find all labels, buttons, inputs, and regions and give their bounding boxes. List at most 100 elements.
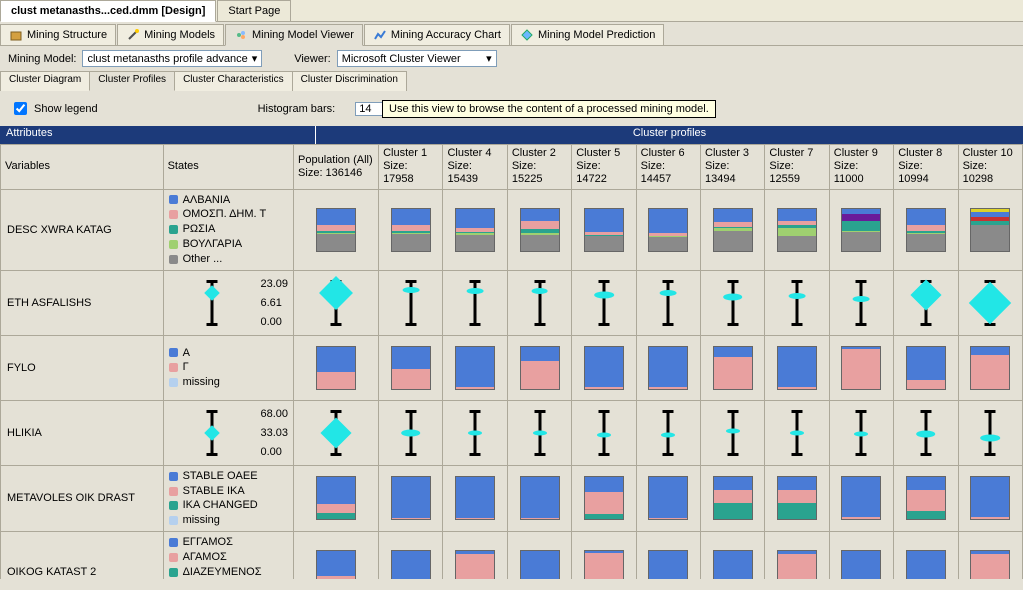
variable-name[interactable]: OIKOG KATAST 2: [1, 532, 164, 579]
profile-cell[interactable]: [765, 335, 829, 400]
mining-tab-mining-model-prediction[interactable]: Mining Model Prediction: [511, 24, 664, 45]
profile-cell[interactable]: [379, 400, 443, 465]
profile-cell[interactable]: [443, 335, 507, 400]
profile-cell[interactable]: [636, 335, 700, 400]
mining-tab-mining-accuracy-chart[interactable]: Mining Accuracy Chart: [364, 24, 510, 45]
col-cluster-3[interactable]: Cluster 3Size: 13494: [701, 145, 765, 190]
profile-cell[interactable]: [443, 270, 507, 335]
profile-cell[interactable]: [443, 189, 507, 270]
profile-cell[interactable]: [636, 270, 700, 335]
profile-cell[interactable]: [894, 465, 958, 531]
profile-cell[interactable]: [294, 189, 379, 270]
profile-cell[interactable]: [507, 400, 571, 465]
profile-cell[interactable]: [294, 335, 379, 400]
tab-start-page[interactable]: Start Page: [217, 0, 291, 21]
profile-cell[interactable]: [701, 335, 765, 400]
profile-cell[interactable]: [636, 532, 700, 579]
col-cluster-8[interactable]: Cluster 8Size: 10994: [894, 145, 958, 190]
profile-cell[interactable]: [379, 532, 443, 579]
profile-cell[interactable]: [958, 400, 1022, 465]
profile-cell[interactable]: [701, 270, 765, 335]
viewer-combo[interactable]: Microsoft Cluster Viewer ▾: [337, 50, 497, 67]
profile-cell[interactable]: [507, 532, 571, 579]
mining-tab-mining-structure[interactable]: Mining Structure: [0, 24, 116, 45]
show-legend-checkbox[interactable]: Show legend: [10, 99, 98, 118]
subtab-cluster-profiles[interactable]: Cluster Profiles: [89, 71, 175, 91]
profile-cell[interactable]: [894, 400, 958, 465]
subtab-cluster-characteristics[interactable]: Cluster Characteristics: [174, 71, 293, 91]
variable-name[interactable]: DESC XWRA KATAG: [1, 189, 164, 270]
col-cluster-2[interactable]: Cluster 2Size: 15225: [507, 145, 571, 190]
profile-cell[interactable]: [636, 400, 700, 465]
profile-cell[interactable]: [636, 465, 700, 531]
profile-cell[interactable]: [958, 335, 1022, 400]
profile-cell[interactable]: [829, 189, 893, 270]
profile-cell[interactable]: [765, 400, 829, 465]
col-variables[interactable]: Variables: [1, 145, 164, 190]
profile-cell[interactable]: [701, 400, 765, 465]
col-cluster-6[interactable]: Cluster 6Size: 14457: [636, 145, 700, 190]
profile-cell[interactable]: [894, 189, 958, 270]
profile-cell[interactable]: [829, 465, 893, 531]
profile-cell[interactable]: [572, 400, 636, 465]
mining-model-combo[interactable]: clust metanasths profile advance ▾: [82, 50, 262, 67]
profile-cell[interactable]: [379, 270, 443, 335]
variable-name[interactable]: ETH ASFALISHS: [1, 270, 164, 335]
profile-cell[interactable]: [636, 189, 700, 270]
col-states[interactable]: States: [163, 145, 293, 190]
profile-cell[interactable]: [507, 335, 571, 400]
profile-cell[interactable]: [958, 189, 1022, 270]
profile-cell[interactable]: [443, 532, 507, 579]
profile-cell[interactable]: [572, 532, 636, 579]
profile-cell[interactable]: [572, 270, 636, 335]
mining-tab-mining-models[interactable]: Mining Models: [117, 24, 224, 45]
col-cluster-5[interactable]: Cluster 5Size: 14722: [572, 145, 636, 190]
tab-design[interactable]: clust metanasths...ced.dmm [Design]: [0, 0, 216, 22]
show-legend-input[interactable]: [14, 102, 27, 115]
col-cluster-1[interactable]: Cluster 1Size: 17958: [379, 145, 443, 190]
variable-name[interactable]: HLIKIA: [1, 400, 164, 465]
profile-cell[interactable]: [572, 335, 636, 400]
profile-cell[interactable]: [765, 532, 829, 579]
variable-name[interactable]: METAVOLES OIK DRAST: [1, 465, 164, 531]
profile-cell[interactable]: [294, 532, 379, 579]
col-cluster-4[interactable]: Cluster 4Size: 15439: [443, 145, 507, 190]
profile-cell[interactable]: [894, 335, 958, 400]
profile-cell[interactable]: [379, 465, 443, 531]
profile-cell[interactable]: [294, 400, 379, 465]
profile-cell[interactable]: [507, 465, 571, 531]
profile-cell[interactable]: [829, 400, 893, 465]
profile-cell[interactable]: [765, 465, 829, 531]
profile-cell[interactable]: [379, 189, 443, 270]
profile-cell[interactable]: [894, 532, 958, 579]
profile-cell[interactable]: [829, 270, 893, 335]
profile-cell[interactable]: [443, 465, 507, 531]
profile-cell[interactable]: [443, 400, 507, 465]
profiles-grid-scroll[interactable]: Variables States Population (All) Size: …: [0, 144, 1023, 579]
col-cluster-9[interactable]: Cluster 9Size: 11000: [829, 145, 893, 190]
subtab-cluster-discrimination[interactable]: Cluster Discrimination: [292, 71, 407, 91]
profile-cell[interactable]: [894, 270, 958, 335]
profile-cell[interactable]: [765, 189, 829, 270]
profile-cell[interactable]: [701, 532, 765, 579]
profile-cell[interactable]: [294, 270, 379, 335]
profile-cell[interactable]: [701, 465, 765, 531]
profile-cell[interactable]: [765, 270, 829, 335]
col-cluster-10[interactable]: Cluster 10Size: 10298: [958, 145, 1022, 190]
profile-cell[interactable]: [572, 465, 636, 531]
profile-cell[interactable]: [379, 335, 443, 400]
variable-name[interactable]: FYLO: [1, 335, 164, 400]
profile-cell[interactable]: [958, 270, 1022, 335]
col-population[interactable]: Population (All) Size: 136146: [294, 145, 379, 190]
mining-tab-mining-model-viewer[interactable]: Mining Model Viewer: [225, 24, 363, 46]
profile-cell[interactable]: [958, 532, 1022, 579]
profile-cell[interactable]: [829, 532, 893, 579]
profile-cell[interactable]: [294, 465, 379, 531]
profile-cell[interactable]: [507, 270, 571, 335]
profile-cell[interactable]: [572, 189, 636, 270]
subtab-cluster-diagram[interactable]: Cluster Diagram: [0, 71, 90, 91]
profile-cell[interactable]: [958, 465, 1022, 531]
profile-cell[interactable]: [507, 189, 571, 270]
profile-cell[interactable]: [829, 335, 893, 400]
profile-cell[interactable]: [701, 189, 765, 270]
